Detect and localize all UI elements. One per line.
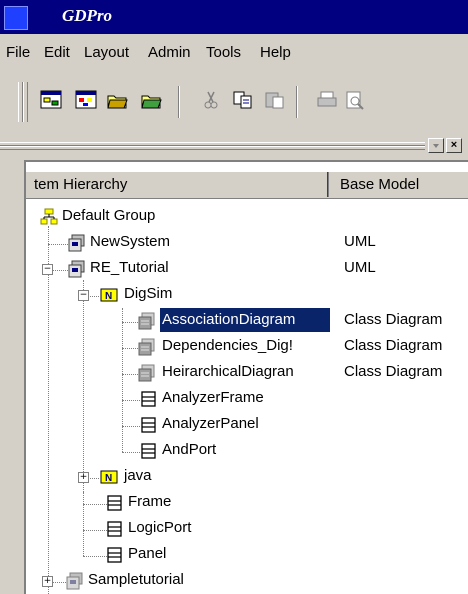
chevron-down-icon	[433, 144, 439, 148]
paste-icon[interactable]	[264, 90, 286, 110]
tree-row-model: UML	[344, 259, 376, 276]
tree-row-analyzerframe[interactable]: AnalyzerFrame	[26, 386, 468, 412]
class-icon	[107, 547, 122, 563]
tree-row-label: Dependencies_Dig!	[162, 337, 293, 354]
tree-row-associationdiagram[interactable]: AssociationDiagram Class Diagram	[26, 307, 468, 334]
package-icon: N	[100, 470, 118, 484]
print-preview-icon[interactable]	[344, 90, 366, 110]
column-header-base-model[interactable]: Base Model	[330, 172, 468, 197]
menu-bar: File Edit Layout Admin Tools Help	[0, 40, 468, 66]
svg-text:N: N	[105, 291, 112, 302]
tree-row-digsim[interactable]: − N DigSim	[26, 282, 468, 308]
tree-row-frame[interactable]: Frame	[26, 490, 468, 516]
tree-row-re-tutorial[interactable]: − RE_Tutorial UML	[26, 256, 468, 282]
tree-row-label: Default Group	[62, 207, 156, 224]
close-icon: ×	[450, 139, 458, 151]
diagram-icon	[138, 364, 155, 382]
group-icon	[40, 208, 58, 225]
tree-row-analyzerpanel[interactable]: AnalyzerPanel	[26, 412, 468, 438]
menu-layout[interactable]: Layout	[84, 44, 129, 61]
class-icon	[141, 391, 156, 407]
class-icon	[141, 443, 156, 459]
svg-text:N: N	[105, 473, 112, 484]
tree-row-andport[interactable]: AndPort	[26, 438, 468, 464]
tree-row-sampletutorial[interactable]: + Sampletutorial	[26, 568, 468, 594]
tree-row-heirarchical[interactable]: HeirarchicalDiagran Class Diagram	[26, 360, 468, 386]
title-bar[interactable]: GDPro	[0, 0, 468, 34]
tree-row-default-group[interactable]: Default Group	[26, 204, 468, 230]
tree-row-model: Class Diagram	[344, 363, 443, 380]
menu-edit[interactable]: Edit	[44, 44, 70, 61]
tree-row-label: NewSystem	[90, 233, 171, 250]
tree-row-dependencies[interactable]: Dependencies_Dig! Class Diagram	[26, 334, 468, 360]
expand-toggle[interactable]: +	[42, 576, 53, 587]
toolbar-grip-2[interactable]	[23, 82, 28, 122]
tree-row-label: AssociationDiagram	[159, 307, 331, 333]
tree-row-model: Class Diagram	[344, 337, 443, 354]
panel-minimize-button[interactable]	[428, 138, 444, 153]
tree-row-label: AnalyzerPanel	[162, 415, 259, 432]
collapse-toggle[interactable]: −	[78, 290, 89, 301]
cut-icon[interactable]	[200, 90, 222, 110]
class-icon	[141, 417, 156, 433]
panel-drag-handle-2[interactable]	[0, 146, 425, 150]
system-icon	[68, 234, 85, 252]
tree-row-label: HeirarchicalDiagran	[162, 363, 294, 380]
app-icon[interactable]	[4, 6, 28, 30]
toolbar-separator-2	[296, 86, 298, 118]
column-header-hierarchy[interactable]: tem Hierarchy	[26, 172, 329, 197]
tree-row-newsystem[interactable]: NewSystem UML	[26, 230, 468, 256]
toolbar-separator	[178, 86, 180, 118]
diagram-icon	[138, 312, 155, 330]
package-icon: N	[100, 288, 118, 302]
copy-icon[interactable]	[232, 90, 254, 110]
tree-row-java[interactable]: + N java	[26, 464, 468, 490]
tree-row-model: UML	[344, 233, 376, 250]
class-icon	[107, 495, 122, 511]
menu-tools[interactable]: Tools	[206, 44, 241, 61]
tree-row-label: LogicPort	[128, 519, 192, 536]
window-title: GDPro	[62, 6, 113, 25]
class-icon	[107, 521, 122, 537]
tree-row-label: Panel	[128, 545, 167, 562]
tree-row-label: Sampletutorial	[88, 571, 184, 588]
tree-row-label: AndPort	[162, 441, 217, 458]
new-diagram-icon[interactable]	[40, 90, 62, 110]
system-icon	[68, 260, 85, 278]
save-icon[interactable]	[140, 90, 162, 110]
toolbar	[0, 76, 468, 128]
tree-row-label: RE_Tutorial	[90, 259, 169, 276]
tree-row-model: Class Diagram	[344, 311, 443, 328]
menu-file[interactable]: File	[6, 44, 30, 61]
column-header-row: tem Hierarchy Base Model	[26, 172, 468, 199]
tree-row-panel[interactable]: Panel	[26, 542, 468, 568]
menu-help[interactable]: Help	[260, 44, 291, 61]
tree-row-logicport[interactable]: LogicPort	[26, 516, 468, 542]
item-hierarchy-panel: tem Hierarchy Base Model Default Group N…	[24, 160, 468, 594]
new-palette-icon[interactable]	[75, 90, 97, 110]
tree-row-label: AnalyzerFrame	[162, 389, 264, 406]
tree-row-label: DigSim	[124, 285, 173, 302]
expand-toggle[interactable]: +	[78, 472, 89, 483]
panel-header-bar[interactable]: ×	[0, 136, 468, 154]
print-icon[interactable]	[316, 90, 338, 110]
gdpro-window: GDPro File Edit Layout Admin Tools Help	[0, 0, 468, 594]
tree-row-label: Frame	[128, 493, 172, 510]
collapse-toggle[interactable]: −	[42, 264, 53, 275]
tree-row-label: java	[124, 467, 152, 484]
menu-admin[interactable]: Admin	[148, 44, 191, 61]
open-icon[interactable]	[106, 90, 128, 110]
panel-close-button[interactable]: ×	[446, 138, 462, 153]
diagram-icon	[138, 338, 155, 356]
system-icon	[66, 572, 83, 590]
